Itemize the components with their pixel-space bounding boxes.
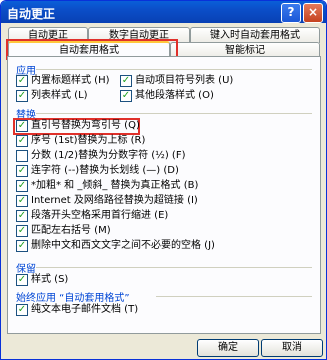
autoformat-panel: 应用 ✓ 内置标题样式 (H) ✓ 自动项目符号列表 (U) ✓ 列表样式 (L) ✓… [7, 56, 321, 334]
divider [36, 113, 312, 114]
checkbox[interactable]: ✓ [16, 240, 28, 252]
checkbox[interactable]: ✓ [16, 180, 28, 192]
close-button[interactable]: × [303, 3, 323, 23]
checkbox[interactable]: ✓ [120, 75, 132, 87]
checkbox[interactable]: ✓ [120, 90, 132, 102]
checkbox[interactable]: ✓ [16, 165, 28, 177]
checkbox[interactable]: ✓ [16, 120, 28, 132]
checkbox[interactable]: ✓ [16, 274, 28, 286]
tab-autoformat-as-you-type[interactable]: 键入时自动套用格式 [190, 27, 320, 43]
title-bar: 自动更正 ? × [1, 1, 326, 23]
checkbox[interactable]: ✓ [16, 225, 28, 237]
section-always-apply: 始终应用 “自动套用格式” [16, 293, 130, 304]
checkbox[interactable]: ✓ [16, 195, 28, 207]
checkbox[interactable]: ✓ [16, 135, 28, 147]
cancel-button[interactable]: 取消 [261, 339, 323, 357]
checkbox[interactable]: ✓ [16, 304, 28, 316]
divider [36, 69, 312, 70]
ok-button[interactable]: 确定 [197, 339, 259, 357]
divider [36, 267, 312, 268]
checkbox[interactable]: ✓ [16, 75, 28, 87]
window-title: 自动更正 [7, 7, 56, 21]
help-button[interactable]: ? [281, 3, 301, 23]
checkbox[interactable]: ✓ [16, 90, 28, 102]
checkbox[interactable]: ✓ [16, 210, 28, 222]
checkbox[interactable] [16, 150, 28, 162]
divider [156, 296, 312, 297]
autocorrect-dialog: 自动更正 ? × 自动更正 数字自动更正 键入时自动套用格式 自动套用格式 智能… [0, 0, 327, 360]
